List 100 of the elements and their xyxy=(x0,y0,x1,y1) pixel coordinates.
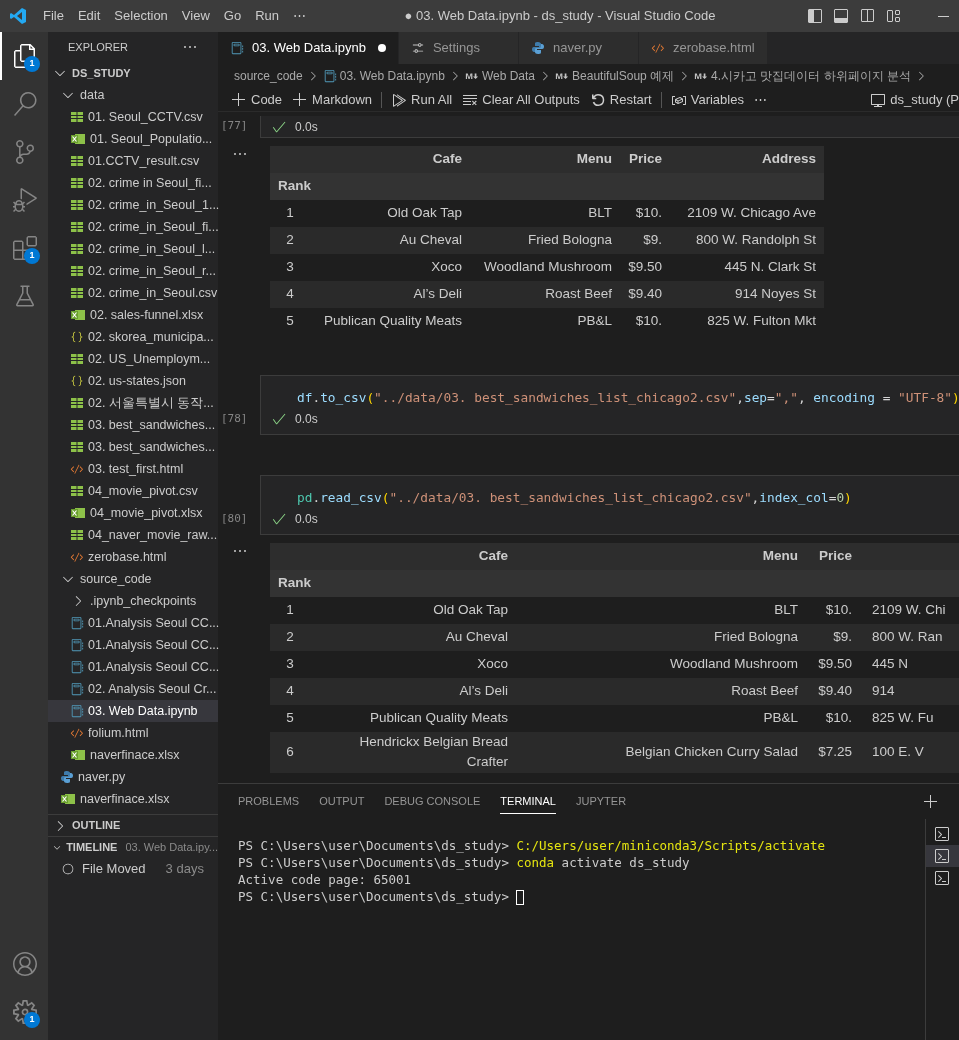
activity-bar-button[interactable]: 1 xyxy=(0,988,48,1036)
tree-item[interactable]: 01.CCTV_result.csv xyxy=(48,150,218,172)
workspace-title[interactable]: DS_STUDY xyxy=(72,64,131,82)
tree-item[interactable]: 01. Seoul_CCTV.csv xyxy=(48,106,218,128)
toolbar-button[interactable]: Run All xyxy=(386,89,458,110)
panel-tab[interactable]: DEBUG CONSOLE xyxy=(384,788,481,815)
table-cell: 2 xyxy=(286,629,294,645)
table-cell: Xoco xyxy=(431,259,462,275)
tree-item[interactable]: 04_movie_pivot.xlsx xyxy=(48,502,218,524)
breadcrumb-item[interactable]: 4.시카고 맛집데이터 하위페이지 분석 xyxy=(711,67,912,85)
timeline-entry[interactable]: File Moved xyxy=(82,859,146,879)
tree-item[interactable]: 02. 서울특별시 동작... xyxy=(48,392,218,414)
kernel-picker[interactable]: ds_study (P xyxy=(870,89,959,110)
plus-icon[interactable] xyxy=(923,793,939,810)
tree-item[interactable]: 02. crime_in_Seoul_l... xyxy=(48,238,218,260)
notebook-icon xyxy=(70,682,84,696)
tree-item[interactable]: 04_movie_pivot.csv xyxy=(48,480,218,502)
table-cell: 1 xyxy=(286,205,294,221)
table-cell: 6 xyxy=(286,744,294,760)
menu-item[interactable]: File xyxy=(36,6,71,26)
toolbar-button[interactable]: ⋯ xyxy=(748,89,772,110)
tree-item[interactable]: source_code xyxy=(48,568,218,590)
tree-item[interactable]: .ipynb_checkpoints xyxy=(48,590,218,612)
app-logo-icon xyxy=(9,7,27,25)
execution-time: 0.0s xyxy=(295,411,318,428)
breadcrumb-item[interactable]: BeautifulSoup 예제 xyxy=(572,67,675,85)
tree-item[interactable]: 02. crime_in_Seoul_r... xyxy=(48,260,218,282)
panel-layout-icon[interactable] xyxy=(833,8,849,24)
tree-item[interactable]: 02. crime in Seoul_fi... xyxy=(48,172,218,194)
editor-tab[interactable]: Settings xyxy=(398,32,519,64)
column-header: Price xyxy=(628,151,662,167)
lines-icon xyxy=(410,41,425,55)
tree-item[interactable]: 01.Analysis Seoul CC... xyxy=(48,656,218,678)
tree-item[interactable]: 03. best_sandwiches... xyxy=(48,414,218,436)
notebook-icon xyxy=(322,69,337,83)
sidebar-title: EXPLORER xyxy=(68,39,128,55)
breadcrumb-item[interactable]: 03. Web Data.ipynb xyxy=(339,67,445,85)
breadcrumb-item[interactable]: source_code xyxy=(234,67,303,85)
split-layout-icon[interactable] xyxy=(859,8,875,24)
toolbar-button[interactable]: Markdown xyxy=(287,89,378,110)
table-cell: $10. xyxy=(825,710,852,726)
tree-item[interactable]: 02. crime_in_Seoul_1... xyxy=(48,194,218,216)
panel-tab[interactable]: TERMINAL xyxy=(500,788,556,815)
execution-count: [78] xyxy=(221,410,248,427)
code-line: df.to_csv("../data/03. best_sandwiches_list_chicago2.csv",sep=",", encoding = "UTF-8") xyxy=(297,390,959,405)
menu-item[interactable]: Run xyxy=(248,6,286,26)
tree-item[interactable]: 02. us-states.json xyxy=(48,370,218,392)
spreadsheet-icon xyxy=(70,484,84,498)
table-cell: 4 xyxy=(286,286,294,302)
table-cell: Fried Bologna xyxy=(527,232,612,248)
tree-item[interactable]: 03. best_sandwiches... xyxy=(48,436,218,458)
toolbar-button[interactable]: Clear All Outputs xyxy=(457,89,585,110)
column-header: Cafe xyxy=(432,151,462,167)
tree-item[interactable]: 02. skorea_municipa... xyxy=(48,326,218,348)
layout-icon[interactable] xyxy=(885,8,901,24)
table-cell-text: Publican Quality Meats xyxy=(369,709,508,728)
tree-item[interactable]: 01.Analysis Seoul CC... xyxy=(48,634,218,656)
tree-item[interactable]: zerobase.html xyxy=(48,546,218,568)
tree-item[interactable]: 01. Seoul_Populatio... xyxy=(48,128,218,150)
activity-bar-button[interactable]: 1 xyxy=(0,224,48,272)
tree-item[interactable]: 02. Analysis Seoul Cr... xyxy=(48,678,218,700)
menu-item[interactable]: Go xyxy=(216,6,249,26)
sidebar-layout-icon[interactable] xyxy=(807,8,823,24)
toolbar-button[interactable]: Variables xyxy=(665,89,749,110)
tree-item[interactable]: naverfinace.xlsx xyxy=(48,788,218,810)
tree-item[interactable]: naver.py xyxy=(48,766,218,788)
tree-item[interactable]: data xyxy=(48,84,218,106)
breadcrumb-item[interactable]: Web Data xyxy=(481,67,536,85)
table-cell: PB&L xyxy=(763,710,798,726)
toolbar-button[interactable]: Restart xyxy=(584,89,657,110)
menu-item[interactable]: Edit xyxy=(70,6,108,26)
notebook-icon xyxy=(70,638,84,652)
panel-tab[interactable]: JUPYTER xyxy=(575,788,627,815)
tree-item[interactable]: 01.Analysis Seoul CC... xyxy=(48,612,218,634)
tree-item[interactable]: 02. US_Unemploym... xyxy=(48,348,218,370)
panel-tab[interactable]: PROBLEMS xyxy=(238,788,300,815)
table-cell: 445 N. Clark St xyxy=(724,259,816,275)
panel-tab[interactable]: OUTPUT xyxy=(319,788,365,815)
tree-item[interactable]: naverfinace.xlsx xyxy=(48,744,218,766)
tree-item[interactable]: 03. Web Data.ipynb xyxy=(48,700,218,722)
tree-item[interactable]: 02. sales-funnel.xlsx xyxy=(48,304,218,326)
branch-icon xyxy=(13,140,37,164)
tree-item[interactable]: 02. crime_in_Seoul.csv xyxy=(48,282,218,304)
menu-item[interactable]: View xyxy=(174,6,217,26)
editor-tab[interactable]: naver.py xyxy=(518,32,639,64)
menu-item[interactable]: Selection xyxy=(107,6,175,26)
tree-item[interactable]: 03. test_first.html xyxy=(48,458,218,480)
tree-item[interactable]: folium.html xyxy=(48,722,218,744)
table-cell: BLT xyxy=(774,602,798,618)
menu-item[interactable]: ⋯ xyxy=(286,6,313,26)
table-cell: $10. xyxy=(635,313,662,329)
editor-tab[interactable]: 03. Web Data.ipynb xyxy=(218,32,399,64)
notebook-icon xyxy=(70,660,84,674)
terminal-instance[interactable] xyxy=(926,845,959,867)
editor-tab[interactable]: zerobase.html xyxy=(638,32,768,64)
toolbar-button[interactable]: Code xyxy=(226,89,288,110)
tree-item[interactable]: 04_naver_movie_raw... xyxy=(48,524,218,546)
play-bug-icon xyxy=(13,188,37,212)
table-cell: Belgian Chicken Curry Salad xyxy=(625,744,798,760)
tree-item[interactable]: 02. crime_in_Seoul_fi... xyxy=(48,216,218,238)
